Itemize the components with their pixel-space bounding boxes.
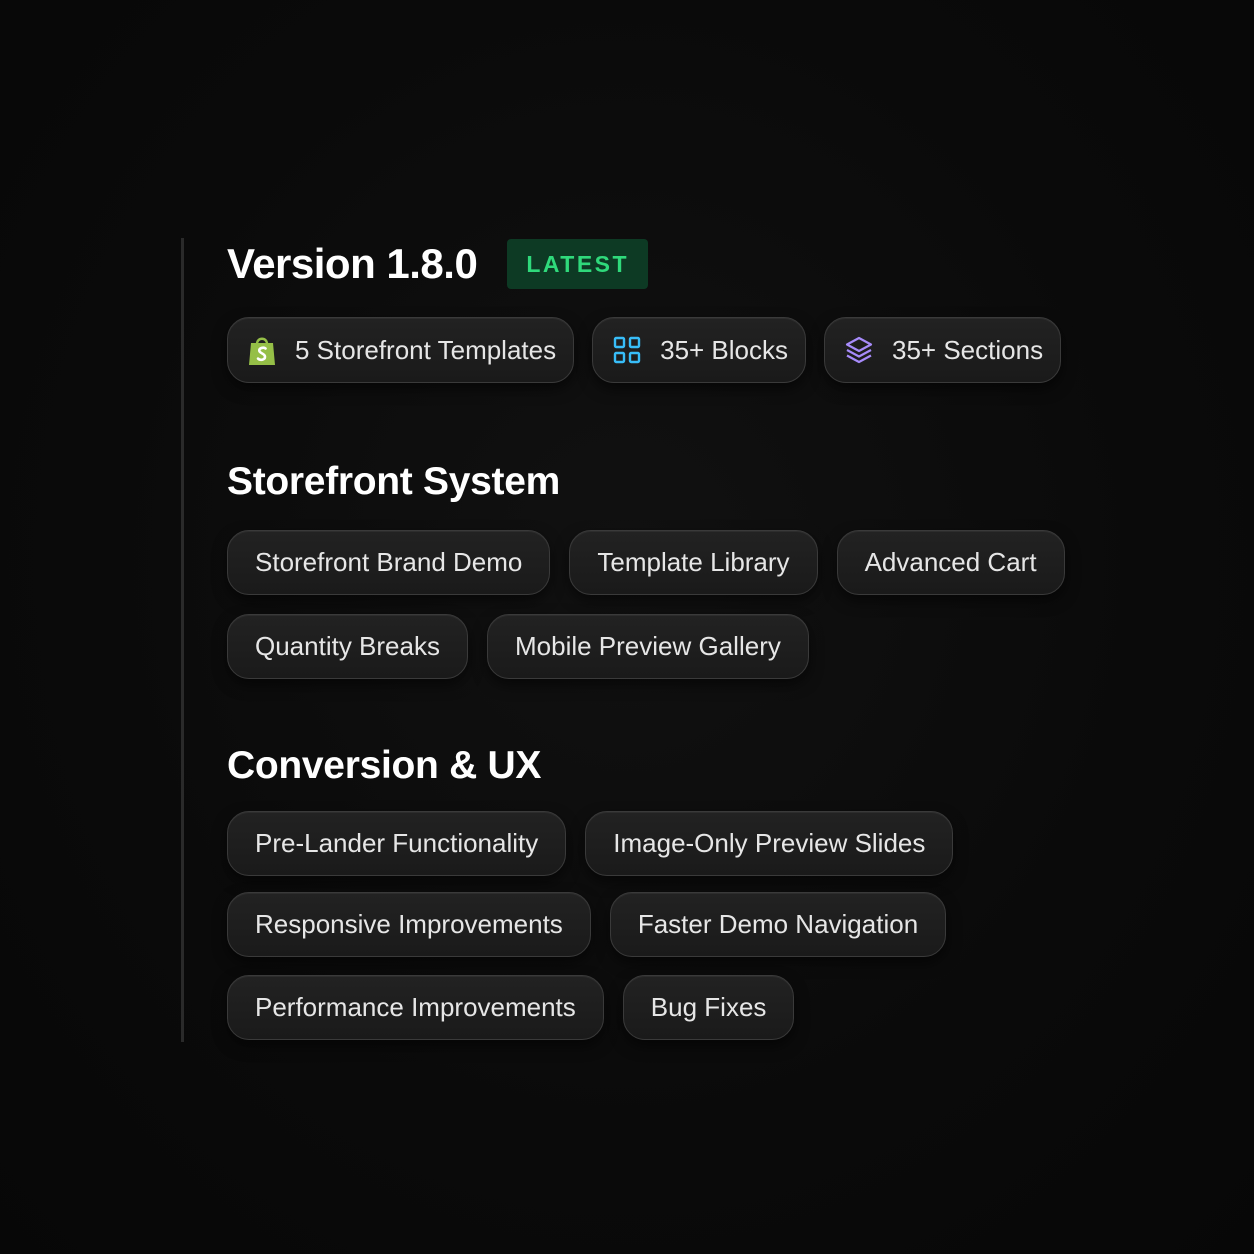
feature-chip: Mobile Preview Gallery [486, 614, 809, 679]
feature-row: Quantity Breaks Mobile Preview Gallery [227, 614, 828, 679]
feature-chip: Pre-Lander Functionality [227, 811, 567, 876]
stat-label: 35+ Sections [892, 334, 1044, 365]
version-header: Version 1.8.0 LATEST [227, 238, 1079, 290]
feature-row: Storefront Brand Demo Template Library A… [227, 530, 1084, 595]
stat-sections: 35+ Sections [824, 317, 1062, 383]
stat-label: 35+ Blocks [660, 334, 789, 365]
version-title: Version 1.8.0 [227, 240, 478, 287]
release-entry: Version 1.8.0 LATEST 5 Storefront Templa… [227, 238, 1079, 1040]
feature-chip: Storefront Brand Demo [227, 530, 551, 595]
changelog-panel: Version 1.8.0 LATEST 5 Storefront Templa… [0, 0, 1254, 1254]
feature-row: Performance Improvements Bug Fixes [227, 975, 813, 1040]
stat-blocks: 35+ Blocks [592, 317, 807, 383]
section-title-conversion: Conversion & UX [227, 744, 542, 787]
grid-icon [611, 334, 643, 366]
stat-label: 5 Storefront Templates [295, 334, 557, 365]
stats-row: 5 Storefront Templates 35+ Blocks 35+ Se… [227, 317, 1079, 383]
feature-chip: Bug Fixes [622, 975, 795, 1040]
feature-chip: Faster Demo Navigation [609, 892, 947, 957]
shopify-bag-icon [246, 334, 278, 366]
latest-badge: LATEST [507, 239, 649, 289]
feature-chip: Quantity Breaks [227, 614, 468, 679]
feature-chip: Responsive Improvements [227, 892, 591, 957]
section-title-storefront: Storefront System [227, 460, 560, 503]
feature-chip: Performance Improvements [227, 975, 604, 1040]
feature-chip: Template Library [569, 530, 818, 595]
feature-row: Pre-Lander Functionality Image-Only Prev… [227, 811, 972, 876]
feature-chip: Advanced Cart [836, 530, 1065, 595]
feature-row: Responsive Improvements Faster Demo Navi… [227, 892, 965, 957]
stat-templates: 5 Storefront Templates [227, 317, 575, 383]
timeline-rail [181, 238, 184, 1042]
feature-chip: Image-Only Preview Slides [585, 811, 954, 876]
layers-icon [843, 334, 875, 366]
